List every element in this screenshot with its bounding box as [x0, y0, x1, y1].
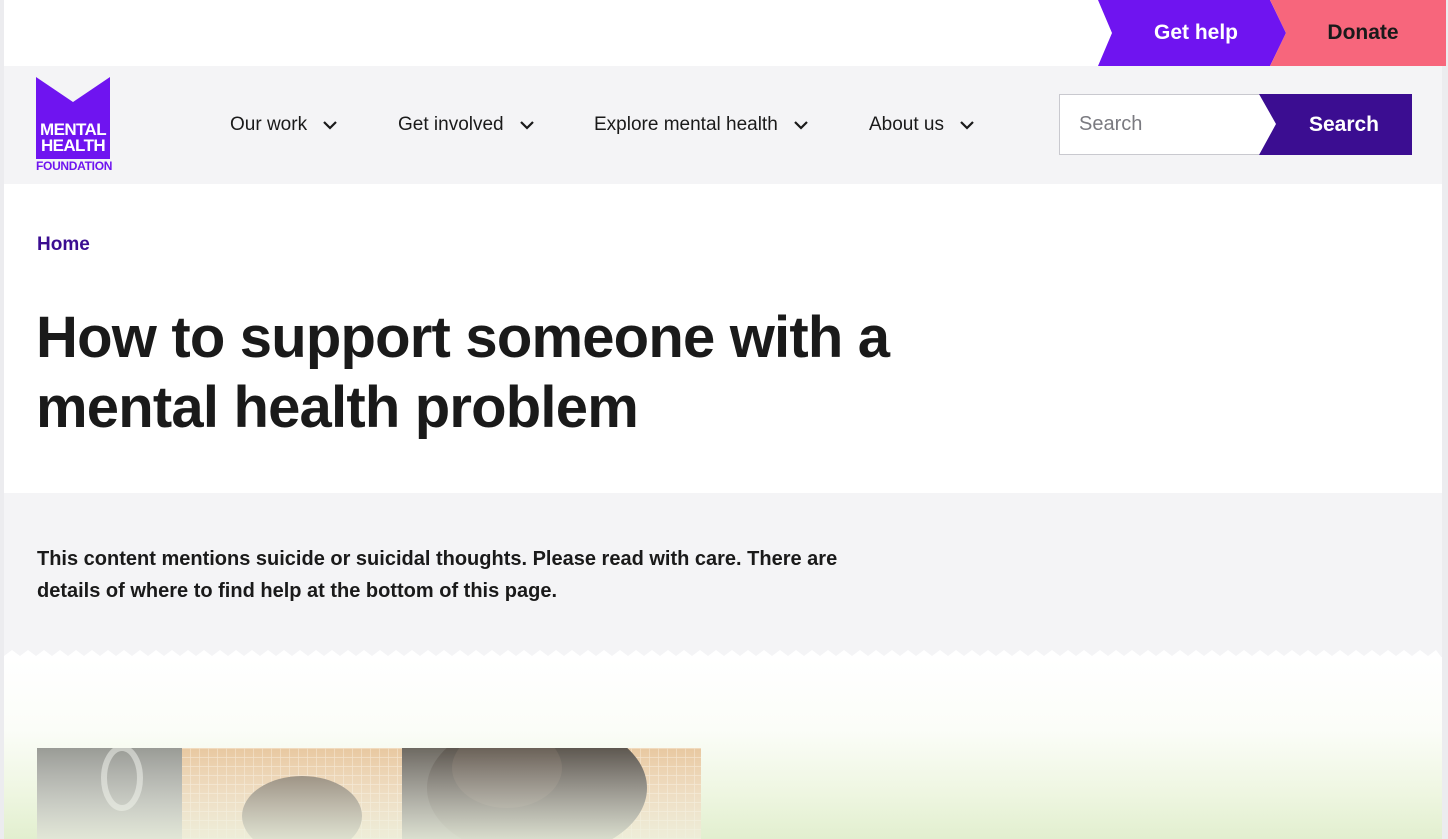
nav-item-get-involved[interactable]: Get involved — [398, 114, 538, 136]
logo-text-line2: HEALTH — [40, 136, 106, 155]
nav-item-explore-mental-health[interactable]: Explore mental health — [594, 114, 812, 136]
logo-text-line3: FOUNDATION — [36, 159, 113, 173]
hero-image — [37, 748, 701, 839]
main-header: MENTAL HEALTH FOUNDATION Our work Get in… — [4, 66, 1442, 184]
content-warning-band: This content mentions suicide or suicida… — [4, 493, 1442, 658]
page-title: How to support someone with a mental hea… — [36, 305, 890, 440]
content-warning-text: This content mentions suicide or suicida… — [37, 548, 838, 602]
nav-item-about-us[interactable]: About us — [869, 114, 978, 136]
chevron-down-icon — [323, 121, 337, 130]
page: Get help Donate MENTAL HEALTH FOUNDATION… — [0, 0, 1448, 839]
site-logo[interactable]: MENTAL HEALTH FOUNDATION — [36, 77, 113, 173]
get-help-button[interactable]: Get help — [1098, 0, 1286, 66]
window-edge-right — [1442, 0, 1448, 839]
nav-item-label: About us — [869, 114, 944, 135]
chevron-down-icon — [960, 121, 974, 130]
search-input[interactable] — [1059, 94, 1279, 155]
hero-image-section — [4, 657, 1442, 839]
donate-button[interactable]: Donate — [1270, 0, 1446, 66]
search-button[interactable]: Search — [1259, 94, 1412, 155]
chevron-down-icon — [794, 121, 808, 130]
hero-photo — [37, 748, 701, 839]
utility-bar: Get help Donate — [4, 0, 1446, 66]
breadcrumb-home[interactable]: Home — [37, 234, 90, 256]
chevron-down-icon — [519, 121, 534, 130]
nav-item-label: Explore mental health — [594, 114, 778, 135]
nav-item-label: Our work — [230, 114, 308, 135]
nav-item-our-work[interactable]: Our work — [230, 114, 341, 136]
nav-item-label: Get involved — [398, 114, 504, 135]
